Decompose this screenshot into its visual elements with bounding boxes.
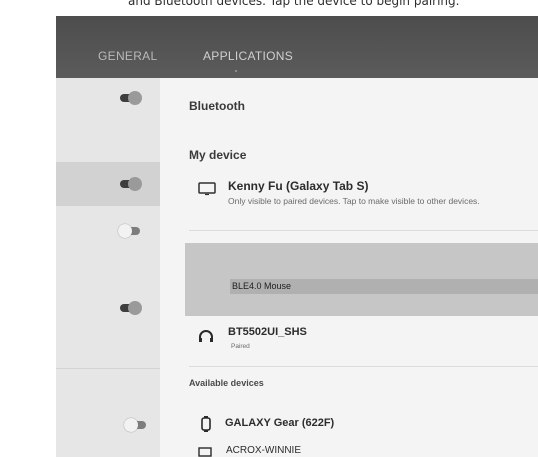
settings-sidebar	[56, 78, 160, 457]
toggle-knob	[128, 301, 142, 315]
device-row-highlighted[interactable]: BLE4.0 Mouse	[230, 279, 538, 294]
sidebar-toggle-1[interactable]	[118, 91, 142, 105]
available-devices-header: Available devices	[189, 378, 264, 388]
my-device-visibility[interactable]: Only visible to paired devices. Tap to m…	[228, 196, 480, 206]
caption-text: and Bluetooth devices. Tap the device to…	[128, 0, 460, 8]
photo-frame: and Bluetooth devices. Tap the device to…	[0, 0, 538, 457]
toggle-knob	[124, 418, 138, 432]
toggle-knob	[128, 91, 142, 105]
tablet-icon	[198, 182, 216, 201]
my-device-header: My device	[189, 148, 247, 162]
tab-applications[interactable]: APPLICATIONS	[203, 49, 293, 63]
sidebar-toggle-3[interactable]	[118, 224, 142, 238]
sidebar-toggle-5[interactable]	[124, 418, 148, 432]
row-divider	[189, 366, 538, 367]
highlight-block: BLE4.0 Mouse	[185, 243, 538, 316]
caption-strip: and Bluetooth devices. Tap the device to…	[0, 0, 538, 16]
device-name: BLE4.0 Mouse	[232, 281, 292, 291]
paired-device-status: Paired	[231, 343, 250, 350]
app-bar: GENERAL APPLICATIONS	[56, 16, 538, 78]
laptop-icon	[196, 446, 214, 457]
watch-icon	[200, 416, 212, 437]
headphones-icon	[198, 329, 214, 348]
available-device-name: ACROX-WINNIE	[226, 445, 301, 456]
available-device-name: GALAXY Gear (622F)	[225, 417, 335, 429]
sidebar-item-selected[interactable]	[56, 162, 160, 206]
tab-general[interactable]: GENERAL	[98, 49, 157, 63]
page-title: Bluetooth	[189, 99, 245, 113]
paired-device-name: BT5502UI_SHS	[228, 326, 307, 338]
sidebar-toggle-2[interactable]	[118, 177, 142, 191]
sidebar-divider	[56, 368, 160, 369]
tablet-screen: GENERAL APPLICATIONS Bluetooth My device…	[56, 16, 538, 457]
sidebar-toggle-4[interactable]	[118, 301, 142, 315]
toggle-knob	[128, 177, 142, 191]
bluetooth-panel: Bluetooth My device Kenny Fu (Galaxy Tab…	[160, 78, 538, 457]
tab-indicator	[235, 70, 237, 72]
my-device-name: Kenny Fu (Galaxy Tab S)	[228, 179, 369, 193]
toggle-knob	[118, 224, 132, 238]
row-divider	[189, 230, 538, 231]
